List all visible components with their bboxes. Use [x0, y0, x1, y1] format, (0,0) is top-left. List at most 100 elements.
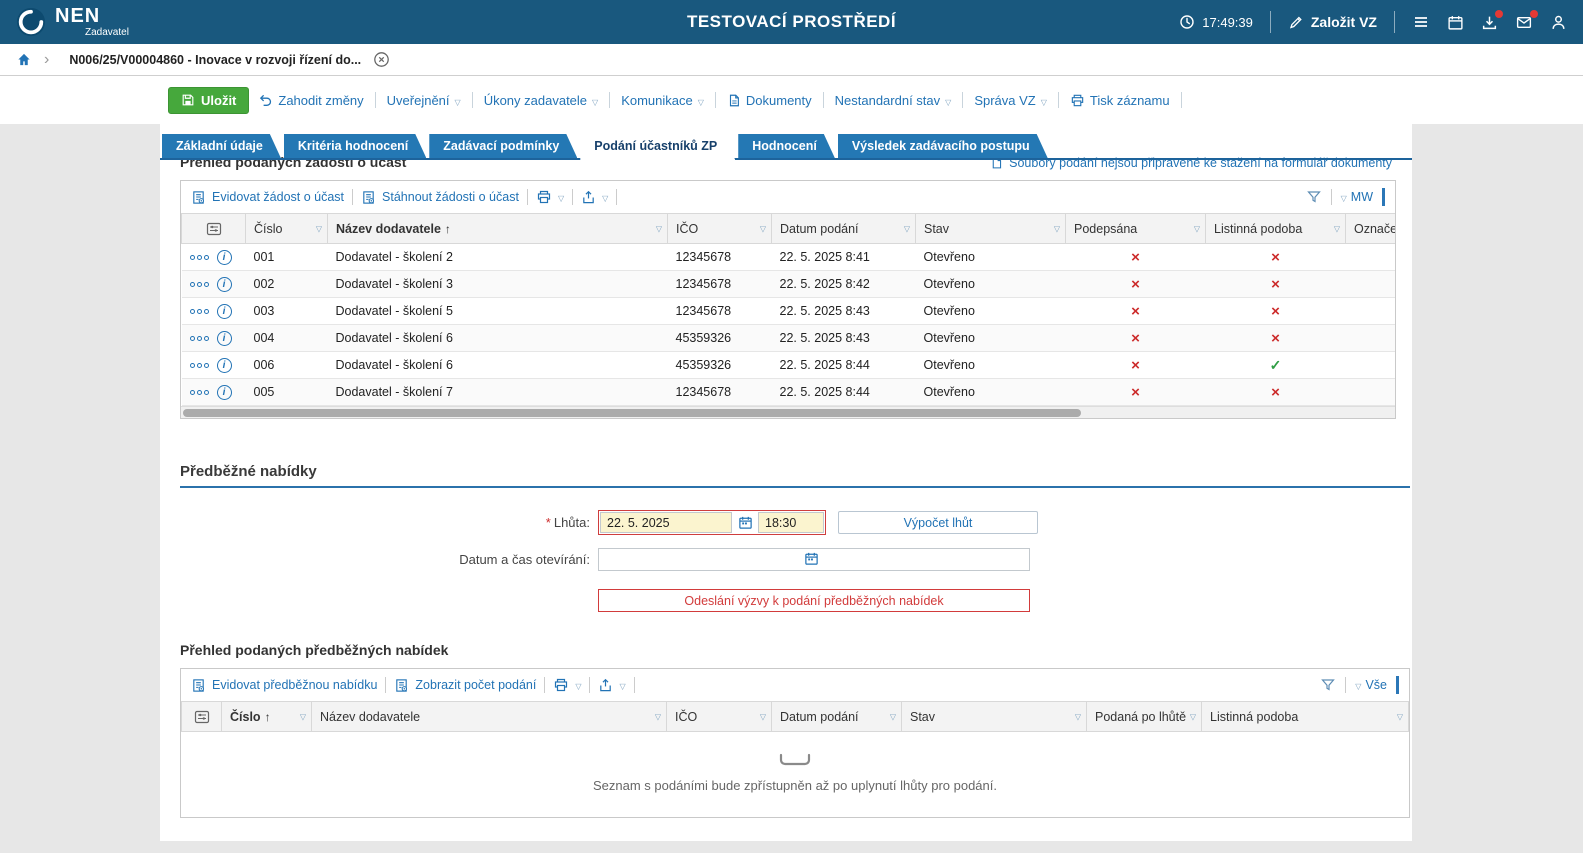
home-button[interactable]: [16, 52, 32, 67]
row-menu-button[interactable]: [190, 282, 209, 287]
column-settings-header[interactable]: [182, 214, 246, 244]
horizontal-scrollbar-thumb[interactable]: [183, 409, 1081, 417]
info-icon[interactable]: [217, 385, 232, 400]
export-grid-button[interactable]: [598, 678, 625, 693]
export-grid-button[interactable]: [581, 190, 608, 205]
column-settings-header[interactable]: [182, 702, 222, 732]
column-filter-icon[interactable]: [1194, 224, 1200, 233]
deadline-date-input[interactable]: [600, 512, 732, 533]
print-grid-button[interactable]: [536, 189, 564, 205]
print-record-button[interactable]: Tisk záznamu: [1070, 93, 1170, 108]
tab-podani-ucastniku-zp[interactable]: Podání účastníků ZP: [580, 134, 735, 160]
tab-zadavaci-podminky[interactable]: Zadávací podmínky: [429, 134, 577, 158]
column-filter-icon[interactable]: [1397, 712, 1403, 721]
table-row[interactable]: 003 Dodavatel - školení 5 12345678 22. 5…: [182, 298, 1396, 325]
download-requests-button[interactable]: Stáhnout žádosti o účast: [361, 190, 519, 205]
info-icon[interactable]: [217, 250, 232, 265]
info-icon[interactable]: [217, 304, 232, 319]
table-row[interactable]: 006 Dodavatel - školení 6 45359326 22. 5…: [182, 352, 1396, 379]
column-filter-icon[interactable]: [1334, 224, 1340, 233]
chevron-right-icon: [44, 51, 49, 69]
column-filter-icon[interactable]: [1054, 224, 1060, 233]
table-row[interactable]: 002 Dodavatel - školení 3 12345678 22. 5…: [182, 271, 1396, 298]
col-header-podepsana[interactable]: Podepsána: [1066, 214, 1206, 244]
col-header-ico[interactable]: IČO: [667, 702, 772, 732]
info-icon[interactable]: [217, 277, 232, 292]
column-filter-icon[interactable]: [1075, 712, 1081, 721]
tab-zakladni-udaje[interactable]: Základní údaje: [162, 134, 281, 158]
communication-menu-button[interactable]: Komunikace: [621, 93, 704, 108]
calendar-button[interactable]: [1447, 14, 1464, 31]
send-prelim-offers-call-button[interactable]: Odeslání výzvy k podání předběžných nabí…: [598, 589, 1030, 612]
col-header-stav[interactable]: Stav: [902, 702, 1087, 732]
discard-changes-button[interactable]: Zahodit změny: [258, 93, 363, 108]
col-header-stav[interactable]: Stav: [916, 214, 1066, 244]
nen-home-link[interactable]: NEN Zadavatel: [16, 6, 129, 38]
table-row[interactable]: 001 Dodavatel - školení 2 12345678 22. 5…: [182, 244, 1396, 271]
info-icon[interactable]: [217, 358, 232, 373]
row-menu-button[interactable]: [190, 390, 209, 395]
tab-hodnoceni[interactable]: Hodnocení: [738, 134, 835, 158]
downloads-button[interactable]: [1481, 14, 1498, 31]
documents-button[interactable]: Dokumenty: [727, 93, 812, 108]
view-selector[interactable]: Vše: [1355, 678, 1387, 692]
nonstandard-state-menu-button[interactable]: Nestandardní stav: [835, 93, 952, 108]
column-filter-icon[interactable]: [300, 712, 306, 721]
save-button[interactable]: Uložit: [168, 87, 249, 114]
column-filter-icon[interactable]: [760, 224, 766, 233]
publish-menu-button[interactable]: Uveřejnění: [387, 93, 461, 108]
column-filter-icon[interactable]: [655, 712, 661, 721]
profile-button[interactable]: [1550, 14, 1567, 31]
col-header-datum-podani[interactable]: Datum podání: [772, 702, 902, 732]
filter-icon[interactable]: [1320, 677, 1336, 693]
column-filter-icon[interactable]: [656, 224, 662, 233]
breadcrumb: N006/25/V00004860 - Inovace v rozvoji ří…: [0, 44, 1583, 76]
filter-icon[interactable]: [1306, 189, 1322, 205]
calendar-picker-button[interactable]: [804, 551, 819, 566]
tab-kriteria-hodnoceni[interactable]: Kritéria hodnocení: [284, 134, 426, 158]
create-vz-button[interactable]: Založit VZ: [1288, 14, 1377, 30]
row-menu-button[interactable]: [190, 363, 209, 368]
col-header-nazev-dodavatele[interactable]: Název dodavatele: [312, 702, 667, 732]
record-tabs: Základní údaje Kritéria hodnocení Zadáva…: [160, 134, 1412, 160]
print-grid-button[interactable]: [553, 677, 581, 693]
row-menu-button[interactable]: [190, 336, 209, 341]
column-filter-icon[interactable]: [904, 224, 910, 233]
calculate-deadlines-button[interactable]: Výpočet lhůt: [838, 511, 1038, 534]
row-menu-button[interactable]: [190, 309, 209, 314]
info-icon[interactable]: [217, 331, 232, 346]
col-header-cislo[interactable]: Číslo: [246, 214, 328, 244]
col-header-oznaceni[interactable]: Označení: [1346, 214, 1396, 244]
col-header-datum-podani[interactable]: Datum podání: [772, 214, 916, 244]
paper-form-mark: ×: [1206, 379, 1346, 406]
column-filter-icon[interactable]: [316, 224, 322, 233]
column-filter-icon[interactable]: [760, 712, 766, 721]
col-header-podana-po-lhute[interactable]: Podaná po lhůtě: [1087, 702, 1202, 732]
row-menu-button[interactable]: [190, 255, 209, 260]
tab-vysledek-zadavaciho-postupu[interactable]: Výsledek zadávacího postupu: [838, 134, 1048, 158]
deadline-time-input[interactable]: [758, 512, 824, 533]
view-selector[interactable]: MW: [1341, 190, 1373, 204]
register-request-button[interactable]: Evidovat žádost o účast: [191, 190, 344, 205]
toolbar-divider: [1331, 189, 1332, 205]
column-filter-icon[interactable]: [890, 712, 896, 721]
manage-vz-menu-button[interactable]: Správa VZ: [974, 93, 1047, 108]
calendar-picker-button[interactable]: [734, 512, 756, 533]
col-header-listinna-podoba[interactable]: Listinná podoba: [1202, 702, 1409, 732]
col-header-listinna-podoba[interactable]: Listinná podoba: [1206, 214, 1346, 244]
col-header-cislo[interactable]: Číslo: [222, 702, 312, 732]
table-row[interactable]: 004 Dodavatel - školení 6 45359326 22. 5…: [182, 325, 1396, 352]
col-header-nazev-dodavatele[interactable]: Název dodavatele: [328, 214, 668, 244]
menu-button[interactable]: [1412, 14, 1430, 30]
contracting-tasks-menu-button[interactable]: Úkony zadavatele: [484, 93, 599, 108]
messages-button[interactable]: [1515, 14, 1533, 31]
table-row[interactable]: 005 Dodavatel - školení 7 12345678 22. 5…: [182, 379, 1396, 406]
horizontal-scrollbar[interactable]: [181, 406, 1395, 418]
close-record-button[interactable]: [373, 51, 390, 68]
save-icon: [181, 93, 195, 107]
col-header-ico[interactable]: IČO: [668, 214, 772, 244]
column-filter-icon[interactable]: [1190, 712, 1196, 721]
show-submission-count-button[interactable]: Zobrazit počet podání: [394, 678, 536, 693]
register-prelim-offer-button[interactable]: Evidovat předběžnou nabídku: [191, 678, 377, 693]
form-icon: [394, 678, 409, 693]
